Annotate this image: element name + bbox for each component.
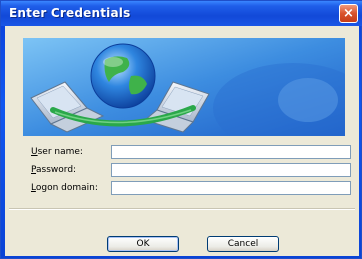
username-input[interactable] <box>111 145 351 159</box>
domain-label: Logon domain: <box>31 183 98 193</box>
cancel-button[interactable]: Cancel <box>207 236 279 252</box>
domain-label-text: ogon domain: <box>35 183 98 193</box>
username-label-text: ser name: <box>37 147 83 157</box>
password-input[interactable] <box>111 163 351 177</box>
close-button[interactable]: × <box>339 4 358 23</box>
title-bar[interactable]: Enter Credentials × <box>1 1 362 26</box>
network-globe-icon <box>23 38 345 136</box>
ok-button[interactable]: OK <box>107 236 179 252</box>
domain-input[interactable] <box>111 181 351 195</box>
window-title: Enter Credentials <box>9 6 131 20</box>
dialog-body: User name: Password: Logon domain: OK Ca… <box>5 26 359 256</box>
credentials-dialog: Enter Credentials × User name: Password:… <box>0 0 362 259</box>
divider <box>9 208 355 210</box>
close-icon: × <box>343 6 354 21</box>
username-label: User name: <box>31 147 83 157</box>
password-label: Password: <box>31 165 77 175</box>
password-label-text: assword: <box>36 165 77 175</box>
